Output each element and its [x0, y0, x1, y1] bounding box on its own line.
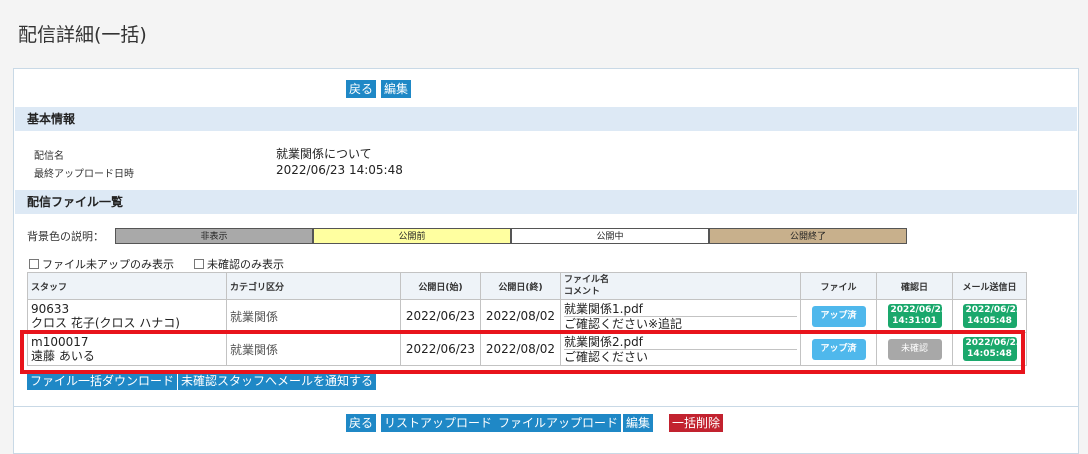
checkbox-icon[interactable]: [194, 259, 204, 269]
divider: [14, 406, 1078, 407]
last-upload-label: 最終アップロード日時: [34, 169, 134, 180]
staff-cell: 90633 クロス 花子(クロス ハナコ): [27, 299, 227, 333]
col-file: ファイル: [800, 272, 877, 300]
col-comment-label: コメント: [564, 287, 601, 297]
mail-cell: 2022/06/23 14:05:48: [952, 299, 1027, 333]
file-comment: ご確認ください※追記: [564, 316, 683, 331]
filter-unconfirmed[interactable]: 未確認のみ表示: [194, 256, 284, 272]
last-upload-value: 2022/06/23 14:05:48: [276, 163, 403, 177]
unconfirmed-badge: 未確認: [887, 338, 942, 360]
mail-cell: 2022/06/23 14:05:48: [952, 332, 1027, 366]
mail-date-badge: 2022/06/23 14:05:48: [962, 304, 1023, 328]
mail-date: 2022/06/23: [965, 338, 1023, 348]
confirm-time: 14:31:01: [892, 316, 937, 326]
mail-date: 2022/06/23: [965, 305, 1023, 315]
start-date: 2022/06/23: [400, 299, 481, 333]
basic-info-heading: 基本情報: [15, 107, 1077, 131]
file-name: 就業関係2.pdf: [564, 335, 797, 350]
category-cell: 就業関係: [226, 299, 401, 333]
start-date: 2022/06/23: [400, 332, 481, 366]
distribution-name-value: 就業関係について: [276, 147, 372, 161]
end-date: 2022/08/02: [480, 332, 561, 366]
bulk-delete-button[interactable]: 一括削除: [669, 414, 724, 432]
col-file-name-label: ファイル名: [564, 275, 610, 285]
col-start: 公開日(始): [400, 272, 481, 300]
file-status-cell: アップ済: [800, 299, 877, 333]
legend-title: 背景色の説明：: [27, 230, 104, 243]
col-mail: メール送信日: [952, 272, 1027, 300]
filter-unconfirmed-label: 未確認のみ表示: [207, 258, 284, 271]
confirm-cell: 未確認: [876, 332, 953, 366]
confirm-date: 2022/06/23: [890, 305, 948, 315]
staff-name: 遠藤 あいる: [31, 349, 95, 363]
page-title: 配信詳細(一括): [18, 24, 147, 46]
table-header: スタッフ カテゴリ区分 公開日(始) 公開日(終) ファイル名コメント ファイル…: [27, 272, 1027, 300]
mail-time: 14:05:48: [967, 316, 1012, 326]
edit-button[interactable]: 編集: [381, 80, 412, 98]
file-cell: 就業関係1.pdf ご確認ください※追記: [560, 299, 801, 333]
distribution-name-label: 配信名: [34, 151, 64, 162]
file-name: 就業関係1.pdf: [564, 302, 797, 317]
mail-time: 14:05:48: [967, 349, 1012, 359]
checkbox-icon[interactable]: [29, 259, 39, 269]
list-upload-button[interactable]: リストアップロード: [381, 414, 496, 432]
file-comment: ご確認ください: [564, 349, 649, 364]
edit-button-bottom[interactable]: 編集: [623, 414, 654, 432]
back-button[interactable]: 戻る: [346, 80, 377, 98]
uploaded-button[interactable]: アップ済: [811, 305, 866, 327]
staff-name: クロス 花子(クロス ハナコ): [31, 316, 180, 330]
legend-publish-ended: 公開終了: [709, 228, 907, 244]
legend-before-publish: 公開前: [313, 228, 511, 244]
notify-unconfirmed-button[interactable]: 未確認スタッフへメールを通知する: [178, 372, 377, 390]
mail-date-badge: 2022/06/23 14:05:48: [962, 337, 1023, 361]
col-category: カテゴリ区分: [226, 272, 401, 300]
staff-id: 90633: [31, 302, 70, 316]
table-row: 90633 クロス 花子(クロス ハナコ) 就業関係 2022/06/23 202…: [27, 299, 1027, 333]
file-list-heading: 配信ファイル一覧: [15, 190, 1077, 214]
file-cell: 就業関係2.pdf ご確認ください: [560, 332, 801, 366]
confirm-date-badge: 2022/06/23 14:31:01: [887, 304, 948, 328]
col-end: 公開日(終): [480, 272, 561, 300]
legend-hidden: 非表示: [115, 228, 313, 244]
back-button-bottom[interactable]: 戻る: [346, 414, 377, 432]
col-file-name: ファイル名 コメント: [560, 272, 801, 300]
end-date: 2022/08/02: [480, 299, 561, 333]
category-cell: 就業関係: [226, 332, 401, 366]
table-row: m100017 遠藤 あいる 就業関係 2022/06/23 2022/08/02…: [27, 332, 1027, 366]
detail-panel: 戻る 編集 基本情報 配信名 就業関係について 最終アップロード日時 2022/…: [13, 68, 1079, 454]
filter-not-uploaded[interactable]: ファイル未アップのみ表示: [29, 256, 174, 272]
file-table: スタッフ カテゴリ区分 公開日(始) 公開日(終) ファイル名コメント ファイル…: [27, 272, 1027, 366]
bulk-download-button[interactable]: ファイル一括ダウンロード: [27, 372, 178, 390]
col-staff: スタッフ: [27, 272, 227, 300]
uploaded-button[interactable]: アップ済: [811, 338, 866, 360]
staff-id: m100017: [31, 335, 89, 349]
filter-not-uploaded-label: ファイル未アップのみ表示: [42, 258, 174, 271]
file-upload-button[interactable]: ファイルアップロード: [495, 414, 622, 432]
page: 配信詳細(一括) 戻る 編集 基本情報 配信名 就業関係について 最終アップロー…: [0, 0, 1088, 454]
confirm-cell: 2022/06/23 14:31:01: [876, 299, 953, 333]
col-confirm: 確認日: [876, 272, 953, 300]
file-status-cell: アップ済: [800, 332, 877, 366]
legend-published: 公開中: [511, 228, 709, 244]
staff-cell: m100017 遠藤 あいる: [27, 332, 227, 366]
